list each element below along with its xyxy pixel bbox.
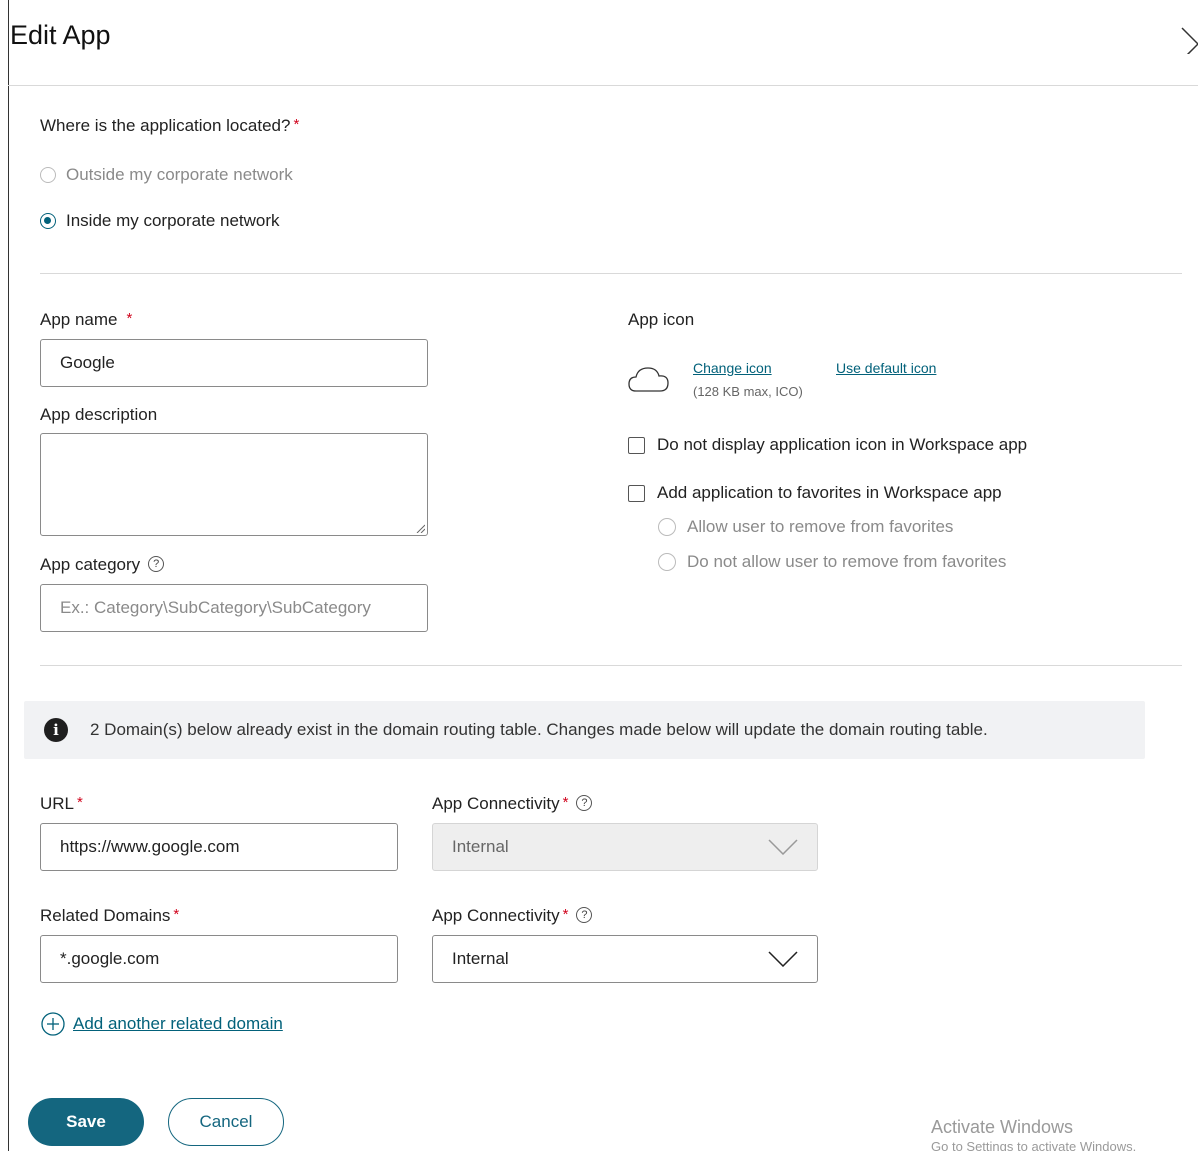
related-domains-label-text: Related Domains [40,906,171,925]
required-mark: * [126,310,133,327]
save-button[interactable]: Save [28,1098,144,1146]
help-icon[interactable]: ? [576,906,593,923]
domain-info-banner: i 2 Domain(s) below already exist in the… [24,701,1145,759]
radio-label: Inside my corporate network [66,211,280,230]
related-domain-input[interactable]: *.google.com [40,935,398,983]
url-label: URL * [40,794,83,814]
app-icon-label: App icon [628,310,695,329]
activate-windows-watermark: Activate Windows [931,1117,1074,1137]
url-label-text: URL [40,794,75,813]
plus-circle-icon [41,1012,65,1036]
domain-connectivity-select[interactable]: Internal [432,935,818,983]
required-mark: * [173,906,180,923]
section-divider [40,665,1182,666]
app-category-label-text: App category [40,555,141,574]
required-mark: * [77,794,83,811]
radio-label: Allow user to remove from favorites [687,517,954,536]
checkbox-label: Add application to favorites in Workspac… [657,483,1002,502]
checkbox[interactable] [628,484,645,502]
radio-inside-network[interactable]: Inside my corporate network [40,211,280,231]
use-default-icon-link[interactable]: Use default icon [836,360,936,376]
connectivity-label-text: App Connectivity [432,906,560,925]
app-description-label: App description [40,405,158,424]
dialog-left-border [8,0,9,1151]
icon-size-hint: (128 KB max, ICO) [693,384,803,399]
chevron-down-icon [768,951,798,967]
radio-button[interactable] [658,518,676,536]
related-domains-label: Related Domains * [40,906,179,926]
radio-label: Do not allow user to remove from favorit… [687,552,1007,571]
dialog-title: Edit App [10,20,111,50]
change-icon-link[interactable]: Change icon [693,360,772,376]
help-icon[interactable]: ? [576,794,593,811]
location-question-label: Where is the application located? [40,116,291,135]
resize-grip-icon[interactable] [415,523,425,533]
hide-icon-checkbox-row[interactable]: Do not display application icon in Works… [628,435,1027,455]
radio-button[interactable] [40,213,56,229]
app-name-input[interactable]: Google [40,339,428,387]
close-icon[interactable] [1176,22,1198,54]
help-icon[interactable]: ? [148,555,165,572]
radio-label: Outside my corporate network [66,165,293,184]
checkbox[interactable] [628,436,645,454]
add-related-domain-link[interactable]: Add another related domain [41,1012,283,1036]
radio-button[interactable] [658,553,676,571]
url-input[interactable]: https://www.google.com [40,823,398,871]
url-connectivity-label: App Connectivity *? [432,794,593,814]
domain-connectivity-label: App Connectivity *? [432,906,593,926]
app-name-label: App name * [40,310,132,330]
location-question: Where is the application located? * [40,116,299,136]
url-connectivity-select: Internal [432,823,818,871]
info-icon: i [44,718,68,742]
chevron-down-icon [768,839,798,855]
checkbox-label: Do not display application icon in Works… [657,435,1028,454]
add-favorites-checkbox-row[interactable]: Add application to favorites in Workspac… [628,483,1002,503]
app-description-textarea[interactable] [40,433,428,536]
radio-allow-remove-favorites[interactable]: Allow user to remove from favorites [658,517,953,537]
banner-text: 2 Domain(s) below already exist in the d… [90,720,988,739]
app-category-input[interactable]: Ex.: Category\SubCategory\SubCategory [40,584,428,632]
radio-outside-network[interactable]: Outside my corporate network [40,165,293,185]
section-divider [40,273,1182,274]
radio-disallow-remove-favorites[interactable]: Do not allow user to remove from favorit… [658,552,1006,572]
connectivity-label-text: App Connectivity [432,794,560,813]
select-value: Internal [452,949,509,968]
app-category-label: App category? [40,555,165,575]
required-mark: * [562,794,569,811]
header-divider [8,85,1198,86]
cloud-icon [628,367,669,392]
activate-windows-subtext: Go to Settings to activate Windows. [931,1141,1137,1151]
radio-button[interactable] [40,167,56,183]
required-mark: * [562,906,569,923]
required-mark: * [293,116,300,133]
cancel-button[interactable]: Cancel [168,1098,284,1146]
add-related-domain-label[interactable]: Add another related domain [73,1014,283,1034]
select-value: Internal [452,837,509,856]
app-name-label-text: App name [40,310,118,329]
